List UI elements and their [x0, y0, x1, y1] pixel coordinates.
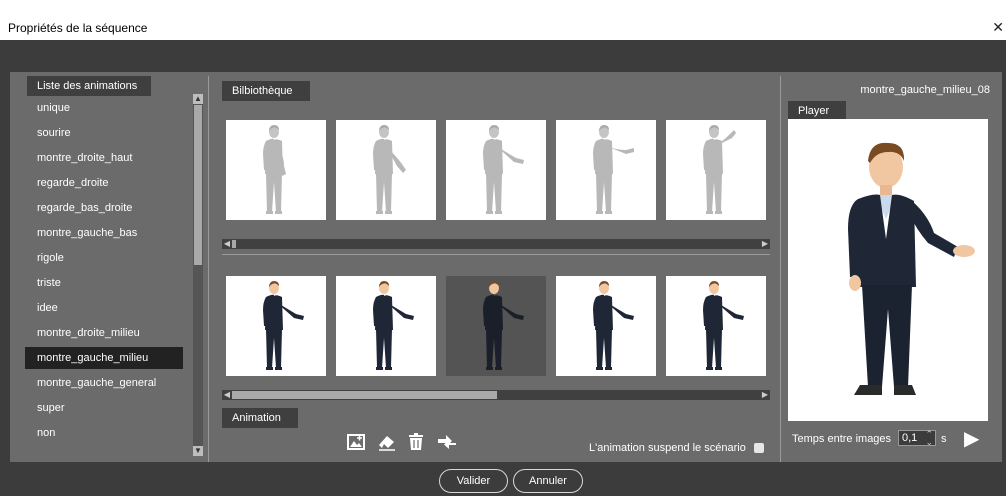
- scroll-left-icon[interactable]: ◀: [222, 239, 232, 249]
- character-image: [593, 125, 634, 214]
- animation-frame[interactable]: [336, 276, 436, 376]
- library-frame[interactable]: [446, 120, 546, 220]
- suspend-scenario-checkbox[interactable]: [754, 443, 764, 453]
- close-icon[interactable]: ✕: [992, 19, 1004, 36]
- interval-stepper[interactable]: 0,1 ⌃ ⌄: [898, 430, 936, 447]
- animation-list[interactable]: unique sourire montre_droite_haut regarde_d…: [20, 76, 194, 459]
- eraser-icon[interactable]: [377, 433, 397, 453]
- character-image: [373, 281, 414, 370]
- library-header: Bilbiothèque: [222, 81, 310, 101]
- cancel-button[interactable]: Annuler: [513, 469, 583, 493]
- library-frame[interactable]: [556, 120, 656, 220]
- divider: [780, 76, 781, 462]
- character-image: [263, 125, 286, 214]
- character-image: [593, 281, 634, 370]
- interval-label: Temps entre images: [792, 433, 892, 445]
- list-item[interactable]: sourire: [25, 122, 183, 144]
- animation-frame[interactable]: [666, 276, 766, 376]
- player-preview: [788, 119, 988, 421]
- list-item[interactable]: montre_droite_milieu: [25, 322, 183, 344]
- divider: [222, 254, 770, 255]
- library-frame[interactable]: [226, 120, 326, 220]
- animation-frame[interactable]: [226, 276, 326, 376]
- character-image: [703, 281, 744, 370]
- library-scrollbar[interactable]: ◀ ▶: [222, 239, 770, 249]
- character-image: [373, 125, 406, 214]
- scrollbar-thumb[interactable]: [194, 105, 202, 265]
- character-image: [483, 125, 524, 214]
- scroll-right-icon[interactable]: ▶: [760, 239, 770, 249]
- interval-unit: s: [941, 433, 947, 445]
- list-item[interactable]: montre_gauche_milieu: [25, 347, 183, 369]
- ok-button[interactable]: Valider: [439, 469, 508, 493]
- list-item[interactable]: montre_gauche_general: [25, 372, 183, 394]
- scroll-left-icon[interactable]: ◀: [222, 390, 232, 400]
- scroll-right-icon[interactable]: ▶: [760, 390, 770, 400]
- list-item[interactable]: regarde_bas_droite: [25, 197, 183, 219]
- list-item[interactable]: rigole: [25, 247, 183, 269]
- list-item[interactable]: unique: [25, 97, 183, 119]
- title-bar: Propriétés de la séquence ✕: [0, 0, 1006, 40]
- animation-frame[interactable]: [556, 276, 656, 376]
- list-item[interactable]: non: [25, 422, 183, 444]
- list-item[interactable]: regarde_droite: [25, 172, 183, 194]
- animation-list-scrollbar[interactable]: ▲ ▼: [193, 94, 203, 456]
- character-image: [848, 142, 975, 395]
- animation-frame[interactable]: [446, 276, 546, 376]
- list-item[interactable]: montre_droite_haut: [25, 147, 183, 169]
- animation-scrollbar[interactable]: ◀ ▶: [222, 390, 770, 400]
- window-title: Propriétés de la séquence: [8, 21, 148, 35]
- character-image: [703, 125, 736, 214]
- list-item[interactable]: triste: [25, 272, 183, 294]
- list-item[interactable]: super: [25, 397, 183, 419]
- player-header: Player: [788, 101, 846, 121]
- divider: [208, 76, 209, 462]
- spin-arrows-icon[interactable]: ⌃ ⌄: [925, 430, 933, 447]
- library-frame[interactable]: [336, 120, 436, 220]
- suspend-scenario-label: L'animation suspend le scénario: [589, 442, 746, 454]
- list-item[interactable]: idee: [25, 297, 183, 319]
- interval-value[interactable]: 0,1: [902, 432, 917, 444]
- scrollbar-thumb[interactable]: [232, 240, 236, 248]
- scroll-down-icon[interactable]: ▼: [193, 446, 203, 456]
- animation-header: Animation: [222, 408, 298, 428]
- current-frame-name: montre_gauche_milieu_08: [860, 84, 990, 96]
- scrollbar-thumb[interactable]: [232, 391, 497, 399]
- list-item[interactable]: montre_gauche_bas: [25, 222, 183, 244]
- character-image: [263, 281, 304, 370]
- swap-icon[interactable]: [436, 433, 456, 453]
- library-frame[interactable]: [666, 120, 766, 220]
- trash-icon[interactable]: [408, 433, 428, 453]
- play-icon[interactable]: ▶: [964, 426, 979, 451]
- character-image: [483, 281, 524, 370]
- image-edit-icon[interactable]: [347, 433, 367, 453]
- scroll-up-icon[interactable]: ▲: [193, 94, 203, 104]
